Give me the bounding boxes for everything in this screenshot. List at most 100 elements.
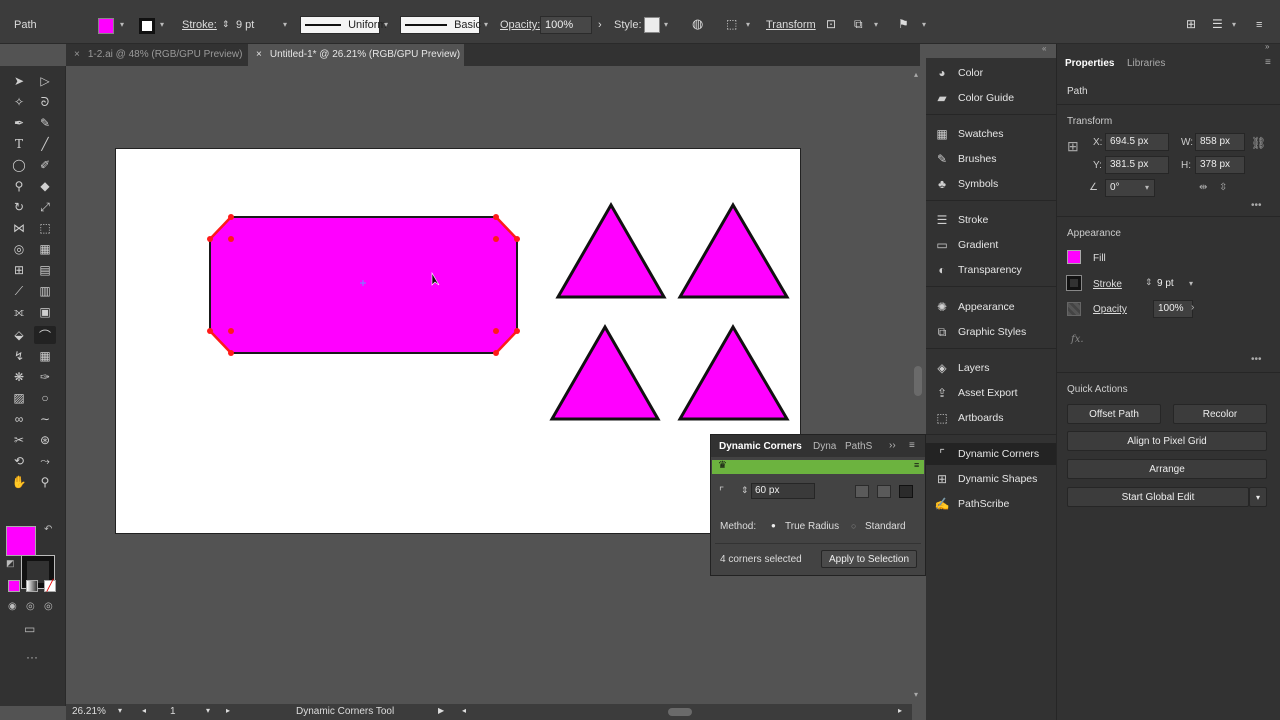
gradient-tool-icon[interactable]: ▤ xyxy=(34,261,56,279)
opacity-field[interactable]: 100% xyxy=(540,16,592,34)
stroke-link[interactable]: Stroke xyxy=(1093,279,1122,290)
fill-color-indicator[interactable] xyxy=(6,526,36,556)
close-tab-icon[interactable]: × xyxy=(256,49,262,60)
stroke-swatch[interactable] xyxy=(139,18,155,34)
panel-symbols[interactable]: ♣ Symbols xyxy=(934,174,998,194)
y-field[interactable]: 381.5 px xyxy=(1105,156,1169,174)
tab-libraries[interactable]: Libraries xyxy=(1127,58,1165,69)
profile-dropdown-icon[interactable]: ▾ xyxy=(384,20,388,29)
artboard-tool-icon[interactable]: ▨ xyxy=(8,389,30,407)
h-field[interactable]: 378 px xyxy=(1195,156,1245,174)
collapse-panels-icon[interactable]: « xyxy=(1042,44,1046,53)
align-to-pixel-grid-button[interactable]: Align to Pixel Grid xyxy=(1067,431,1267,451)
draw-normal-icon[interactable]: ◉ xyxy=(8,601,17,612)
swap-fill-stroke-icon[interactable]: ↶ xyxy=(44,524,52,535)
path-tool-icon[interactable]: ↯ xyxy=(8,347,30,365)
eyedropper-tool-icon[interactable]: ⟋ xyxy=(8,282,30,300)
standard-label[interactable]: Standard xyxy=(865,521,906,532)
panel-pathscribe[interactable]: ✍ PathScribe xyxy=(934,494,1010,514)
stroke-weight-dropdown-icon[interactable]: ▾ xyxy=(283,20,287,29)
stroke-weight-field[interactable]: 9 pt xyxy=(1157,278,1174,289)
panel-menu-icon[interactable]: ≡ xyxy=(909,440,915,451)
close-tab-icon[interactable]: × xyxy=(74,49,80,60)
vertical-scrollbar[interactable] xyxy=(914,66,922,706)
draw-inside-icon[interactable]: ◎ xyxy=(44,601,53,612)
h-scroll-left-icon[interactable]: ◂ xyxy=(462,706,466,715)
panel-appearance[interactable]: ✺ Appearance xyxy=(934,297,1015,317)
none-mode-icon[interactable]: ╱ xyxy=(44,580,56,592)
angle-dropdown-icon[interactable]: ▾ xyxy=(1145,183,1149,192)
blend-tool-icon[interactable]: ⟗ xyxy=(8,303,30,321)
true-radius-radio[interactable]: ● xyxy=(771,521,776,530)
chamfer-corner-icon[interactable] xyxy=(899,485,913,498)
zoom-level[interactable]: 26.21% xyxy=(72,706,106,717)
tab-pathscribe[interactable]: PathS xyxy=(845,441,872,452)
envelope-icon[interactable]: ⚑ xyxy=(898,17,909,31)
flip-vertical-icon[interactable]: ⇳ xyxy=(1219,182,1227,193)
horizontal-scroll-thumb[interactable] xyxy=(668,708,692,716)
stroke-weight-dropdown-icon[interactable]: ▾ xyxy=(1189,279,1193,288)
shape-builder-tool-icon[interactable]: ◎ xyxy=(8,240,30,258)
brush-tool-icon[interactable]: ✑ xyxy=(34,368,56,386)
magic-wand-tool-icon[interactable]: ✧ xyxy=(8,93,30,111)
true-radius-label[interactable]: True Radius xyxy=(785,521,839,532)
panel-gradient[interactable]: ▭ Gradient xyxy=(934,235,998,255)
screen-mode-icon[interactable]: ▭ xyxy=(24,622,35,636)
collapse-properties-icon[interactable]: » xyxy=(1265,42,1269,51)
width-tool-icon[interactable]: ⋈ xyxy=(8,219,30,237)
selection-tool-icon[interactable]: ➤ xyxy=(8,72,30,90)
w-field[interactable]: 858 px xyxy=(1195,133,1245,151)
artwork-svg[interactable] xyxy=(116,149,802,535)
perspective-grid-tool-icon[interactable]: ▦ xyxy=(34,240,56,258)
color-mode-icon[interactable] xyxy=(8,580,20,592)
status-menu-icon[interactable]: ▶ xyxy=(438,706,444,715)
transform-tool-icon[interactable]: ⬙ xyxy=(8,326,30,344)
stroke-swatch[interactable] xyxy=(1066,275,1082,291)
free-transform-tool-icon[interactable]: ⬚ xyxy=(34,219,56,237)
recolor-button[interactable]: Recolor xyxy=(1173,404,1267,424)
global-edit-dropdown-icon[interactable]: ▾ xyxy=(1249,487,1267,507)
smooth-tool-icon[interactable]: ∼ xyxy=(34,410,56,428)
lasso-tool-icon[interactable]: ᘐ xyxy=(34,93,56,111)
opacity-link[interactable]: Opacity xyxy=(1093,304,1127,315)
stroke-weight-field[interactable]: 9 pt xyxy=(236,19,254,31)
offset-path-button[interactable]: Offset Path xyxy=(1067,404,1161,424)
panel-dynamic-corners[interactable]: ⌜ Dynamic Corners xyxy=(934,444,1039,464)
graph-tool-icon[interactable]: ▥ xyxy=(34,282,56,300)
opacity-arrow-icon[interactable]: › xyxy=(1191,302,1194,313)
panel-color[interactable]: ◕ Color xyxy=(934,63,983,83)
isolate-icon[interactable]: ⊡ xyxy=(826,17,836,31)
opacity-link[interactable]: Opacity: xyxy=(500,19,540,31)
tab-dynamic-corners[interactable]: Dynamic Corners xyxy=(719,441,802,452)
draw-behind-icon[interactable]: ◎ xyxy=(26,601,35,612)
symbol-sprayer-tool-icon[interactable]: ▣ xyxy=(34,303,56,321)
vertical-scroll-thumb[interactable] xyxy=(914,366,922,396)
tab-1-2-ai[interactable]: × 1-2.ai @ 48% (RGB/GPU Preview) xyxy=(66,44,248,66)
constrain-proportions-icon[interactable]: ⛓ xyxy=(1251,136,1266,150)
circle-tool-icon[interactable]: ○ xyxy=(34,389,56,407)
fill-swatch[interactable] xyxy=(1067,250,1081,264)
stroke-link[interactable]: Stroke: xyxy=(182,19,217,31)
tab-properties[interactable]: Properties xyxy=(1065,58,1114,69)
stroke-stepper-icon[interactable]: ⇕ xyxy=(222,19,230,30)
canvas[interactable]: ▴ ▾ xyxy=(66,66,922,706)
slice-tool-icon[interactable]: ✂ xyxy=(8,431,30,449)
prev-artboard-icon[interactable]: ◂ xyxy=(142,706,146,715)
pen-tool-icon[interactable]: ✒ xyxy=(8,114,30,132)
panel-stroke[interactable]: ☰ Stroke xyxy=(934,210,989,230)
properties-menu-icon[interactable]: ≡ xyxy=(1265,57,1271,68)
panel-menu-icon[interactable]: ☰ xyxy=(1212,17,1223,31)
panel-swatches[interactable]: ▦ Swatches xyxy=(934,124,1003,144)
panel-expand-icon[interactable]: ›› xyxy=(889,440,896,451)
ellipse-tool-icon[interactable]: ◯ xyxy=(8,156,30,174)
panel-color-guide[interactable]: ▰ Color Guide xyxy=(934,88,1014,108)
default-colors-icon[interactable]: ◩ xyxy=(6,558,15,569)
flip-horizontal-icon[interactable]: ⇹ xyxy=(1199,182,1207,193)
edit-toolbar-icon[interactable]: ··· xyxy=(26,650,38,664)
line-tool-icon[interactable]: ╱ xyxy=(34,135,56,153)
zoom-tool-icon[interactable]: ⚲ xyxy=(34,473,56,491)
style-dropdown-icon[interactable]: ▾ xyxy=(664,20,668,29)
hand-tool-icon[interactable]: ✋ xyxy=(8,473,30,491)
pattern-tool-icon[interactable]: ▦ xyxy=(34,347,56,365)
reference-point-icon[interactable]: ⊞ xyxy=(1067,138,1079,155)
